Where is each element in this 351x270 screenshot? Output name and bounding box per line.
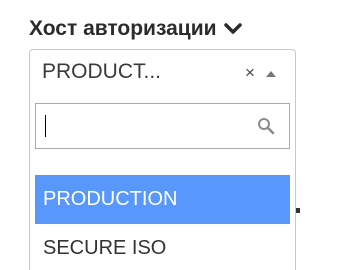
- option-label: PRODUCTION: [43, 188, 178, 210]
- host-select-widget: Хост авторизации PRODUCT... × PRODUCTION…: [0, 0, 351, 270]
- search-input[interactable]: [35, 103, 290, 149]
- text-caret: [45, 115, 46, 137]
- field-label: Хост авторизации: [29, 14, 242, 44]
- clear-selection-icon[interactable]: ×: [245, 64, 255, 81]
- field-label-text: Хост авторизации: [29, 17, 217, 40]
- select-value: PRODUCT...: [42, 60, 162, 83]
- host-select[interactable]: PRODUCT... ×: [29, 49, 296, 97]
- option-label: SECURE ISO: [43, 237, 167, 259]
- search-icon: [257, 117, 275, 135]
- select-dropdown: PRODUCTION SECURE ISO: [29, 97, 296, 270]
- caret-up-icon[interactable]: [266, 71, 276, 77]
- background-fragment: [296, 208, 300, 213]
- option-production[interactable]: PRODUCTION: [35, 175, 290, 224]
- chevron-down-icon[interactable]: [223, 22, 242, 36]
- option-secure-iso[interactable]: SECURE ISO: [35, 224, 290, 270]
